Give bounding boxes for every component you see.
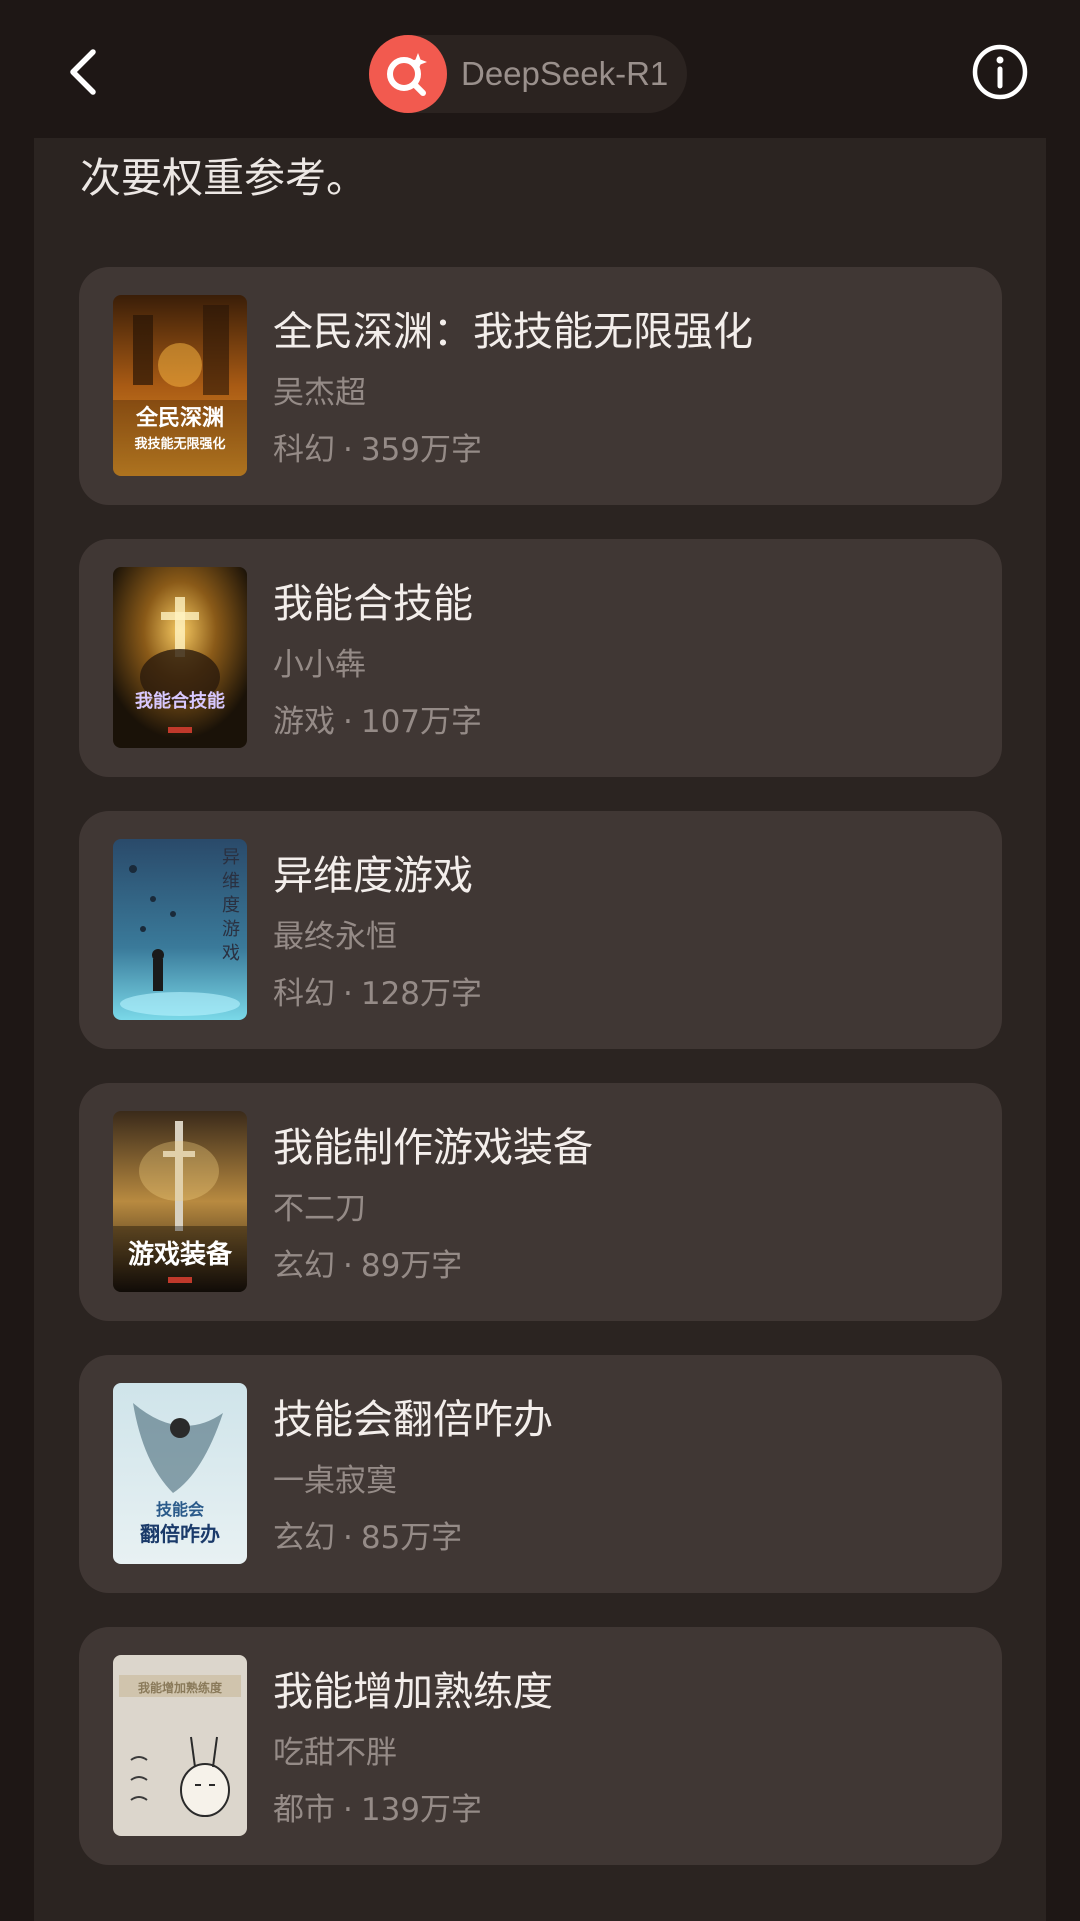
book-card[interactable]: 我能合技能 我能合技能 小小犇 游戏 · 107万字 [79,539,1002,777]
book-word-count: 359万字 [360,432,483,468]
book-author: 吃甜不胖 [273,1735,397,1771]
cover-title: 全民深渊 [135,405,224,431]
model-name: DeepSeek-R1 [461,55,669,92]
book-title: 我能增加熟练度 [273,1669,553,1715]
meta-separator: · [343,704,353,740]
meta-separator: · [343,1520,353,1556]
book-meta: 都市 · 139万字 [273,1784,482,1829]
book-genre: 玄幻 [273,1520,335,1556]
message-text: 次要权重参考。 [80,154,367,202]
cover-title: 游戏装备 [128,1240,233,1270]
cover-title-char: 戏 [222,943,240,964]
cover-title-char: 度 [222,895,240,916]
search-sparkle-icon [369,35,447,113]
book-word-count: 128万字 [360,976,483,1012]
meta-separator: · [343,976,353,1012]
book-genre: 都市 [273,1792,335,1828]
book-word-count: 89万字 [360,1248,463,1284]
book-author: 小小犇 [273,647,366,683]
meta-separator: · [343,1792,353,1828]
cover-title-char: 维 [222,871,240,892]
meta-separator: · [343,432,353,468]
book-genre: 科幻 [273,432,335,468]
meta-separator: · [343,1248,353,1284]
book-card[interactable]: 全民深渊 我技能无限强化 全民深渊：我技能无限强化 吴杰超 科幻 · 359万字 [79,267,1002,505]
book-genre: 科幻 [273,976,335,1012]
book-title: 异维度游戏 [273,853,473,899]
book-author: 一桌寂寞 [273,1463,397,1499]
book-cover-image: 游戏装备 [113,1111,247,1292]
book-card[interactable]: 技能会 翻倍咋办 技能会翻倍咋办 一桌寂寞 玄幻 · 85万字 [79,1355,1002,1593]
book-title: 技能会翻倍咋办 [273,1397,553,1443]
book-card[interactable]: 游戏装备 我能制作游戏装备 不二刀 玄幻 · 89万字 [79,1083,1002,1321]
book-cover-image: 我能合技能 [113,567,247,748]
book-cover-image: 技能会 翻倍咋办 [113,1383,247,1564]
back-button[interactable] [52,44,112,104]
book-genre: 玄幻 [273,1248,335,1284]
book-card[interactable]: 我能增加熟练度 我能增加熟练度 吃甜不胖 都市 · 139万字 [79,1627,1002,1865]
info-button[interactable] [970,44,1030,104]
cover-subtitle: 我技能无限强化 [134,436,225,452]
cover-title: 技能会 [156,1500,204,1519]
chevron-left-icon [65,48,99,100]
book-cover-image: 全民深渊 我技能无限强化 [113,295,247,476]
book-word-count: 139万字 [360,1792,483,1828]
book-meta: 科幻 · 359万字 [273,424,482,469]
book-title: 我能制作游戏装备 [273,1125,593,1171]
model-selector[interactable]: DeepSeek-R1 [369,35,687,113]
cover-subtitle: 翻倍咋办 [140,1522,220,1546]
book-meta: 游戏 · 107万字 [273,696,482,741]
info-circle-icon [971,43,1029,105]
book-list: 全民深渊 我技能无限强化 全民深渊：我技能无限强化 吴杰超 科幻·359万字 [79,267,1002,1899]
cover-title: 我能合技能 [135,690,225,712]
book-meta: 科幻 · 128万字 [273,968,482,1013]
cover-title: 我能增加熟练度 [138,1680,223,1695]
top-bar: DeepSeek-R1 [0,0,1080,138]
book-genre: 游戏 [273,704,335,740]
cover-title: 异 [222,847,240,868]
book-meta: 玄幻 · 89万字 [273,1240,462,1285]
book-cover-image: 我能增加熟练度 [113,1655,247,1836]
book-word-count: 107万字 [360,704,483,740]
book-title: 全民深渊：我技能无限强化 [273,309,753,355]
book-title: 我能合技能 [273,581,473,627]
book-card[interactable]: 异 维 度 游 戏 异维度游戏 最终永恒 科幻 · 128万字 [79,811,1002,1049]
chat-page: DeepSeek-R1 次要权重参考。 全民深渊 我技能无限强化 全民深渊：我技… [0,0,1080,1921]
book-meta: 玄幻 · 85万字 [273,1512,462,1557]
book-author: 不二刀 [273,1191,366,1227]
book-author: 吴杰超 [273,375,366,411]
cover-title-char: 游 [222,919,240,940]
book-author: 最终永恒 [273,919,397,955]
book-word-count: 85万字 [360,1520,463,1556]
book-cover-image: 异 维 度 游 戏 [113,839,247,1020]
